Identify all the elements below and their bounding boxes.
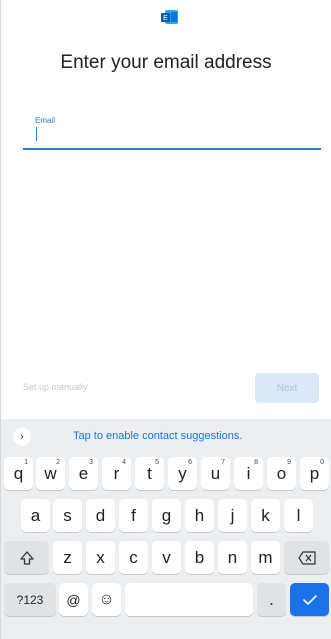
key-label: o xyxy=(276,463,287,483)
page-title: Enter your email address xyxy=(60,52,272,73)
key-hint: 8 xyxy=(254,459,258,466)
key-label: e xyxy=(78,463,89,483)
key-t[interactable]: t5 xyxy=(135,457,164,490)
svg-text:E: E xyxy=(163,15,168,22)
key-label: r xyxy=(113,463,120,483)
key-hint: 5 xyxy=(155,459,159,466)
key-hint: 0 xyxy=(320,459,324,466)
key-j[interactable]: j xyxy=(218,499,247,532)
key-hint: 9 xyxy=(287,459,291,466)
key-c[interactable]: c xyxy=(119,541,148,574)
contact-suggestions-prompt[interactable]: Tap to enable contact suggestions. xyxy=(73,430,242,442)
period-key[interactable]: . xyxy=(257,583,286,616)
setup-manually-link[interactable]: Set up manually xyxy=(23,382,88,392)
key-e[interactable]: e3 xyxy=(69,457,98,490)
key-l[interactable]: l xyxy=(284,499,313,532)
key-hint: 2 xyxy=(56,459,60,466)
backspace-key[interactable] xyxy=(284,541,329,574)
key-x[interactable]: x xyxy=(86,541,115,574)
key-hint: 1 xyxy=(24,459,28,466)
key-o[interactable]: o9 xyxy=(267,457,296,490)
key-label: t xyxy=(147,463,152,483)
next-button[interactable]: Next xyxy=(255,373,319,403)
key-v[interactable]: v xyxy=(152,541,181,574)
key-label: y xyxy=(178,463,187,483)
key-u[interactable]: u7 xyxy=(201,457,230,490)
key-label: q xyxy=(13,463,24,483)
chevron-right-icon[interactable]: › xyxy=(13,428,31,446)
enter-key[interactable] xyxy=(290,583,329,616)
key-label: i xyxy=(246,463,251,483)
key-a[interactable]: a xyxy=(21,499,50,532)
email-input[interactable] xyxy=(37,127,321,143)
exchange-logo-icon: E xyxy=(161,10,178,24)
key-q[interactable]: q1 xyxy=(4,457,33,490)
emoji-key[interactable]: ☺ xyxy=(92,583,121,616)
key-k[interactable]: k xyxy=(251,499,280,532)
at-key[interactable]: @ xyxy=(59,583,88,616)
key-f[interactable]: f xyxy=(119,499,148,532)
symbols-key[interactable]: ?123 xyxy=(4,583,56,616)
key-hint: 3 xyxy=(89,459,93,466)
key-hint: 4 xyxy=(122,459,126,466)
email-field[interactable]: Email xyxy=(23,112,321,150)
key-row-1: q1 w2 e3 r4 t5 y6 u7 i8 o9 p0 xyxy=(1,457,331,493)
key-m[interactable]: m xyxy=(251,541,280,574)
soft-keyboard: › Tap to enable contact suggestions. q1 … xyxy=(1,419,331,639)
key-n[interactable]: n xyxy=(218,541,247,574)
key-w[interactable]: w2 xyxy=(36,457,65,490)
space-key[interactable] xyxy=(125,583,253,616)
key-label: p xyxy=(309,463,320,483)
backspace-icon xyxy=(297,550,316,565)
key-h[interactable]: h xyxy=(185,499,214,532)
key-z[interactable]: z xyxy=(53,541,82,574)
key-row-bottom: ?123 @ ☺ . xyxy=(1,583,331,619)
key-row-3: z x c v b n m xyxy=(1,541,331,577)
key-d[interactable]: d xyxy=(86,499,115,532)
key-b[interactable]: b xyxy=(185,541,214,574)
suggestion-bar: › Tap to enable contact suggestions. xyxy=(1,419,331,453)
email-label: Email xyxy=(35,116,56,125)
key-p[interactable]: p0 xyxy=(300,457,329,490)
key-hint: 7 xyxy=(221,459,225,466)
key-i[interactable]: i8 xyxy=(234,457,263,490)
key-s[interactable]: s xyxy=(53,499,82,532)
shift-icon xyxy=(19,550,34,565)
email-underline xyxy=(23,148,321,150)
key-label: w xyxy=(44,463,57,483)
key-label: u xyxy=(210,463,221,483)
key-row-2: a s d f g h j k l xyxy=(1,499,331,535)
screen: E Enter your email address Email Set up … xyxy=(0,0,331,639)
checkmark-icon xyxy=(302,594,317,605)
key-hint: 6 xyxy=(188,459,192,466)
key-y[interactable]: y6 xyxy=(168,457,197,490)
key-g[interactable]: g xyxy=(152,499,181,532)
key-r[interactable]: r4 xyxy=(102,457,131,490)
shift-key[interactable] xyxy=(4,541,49,574)
